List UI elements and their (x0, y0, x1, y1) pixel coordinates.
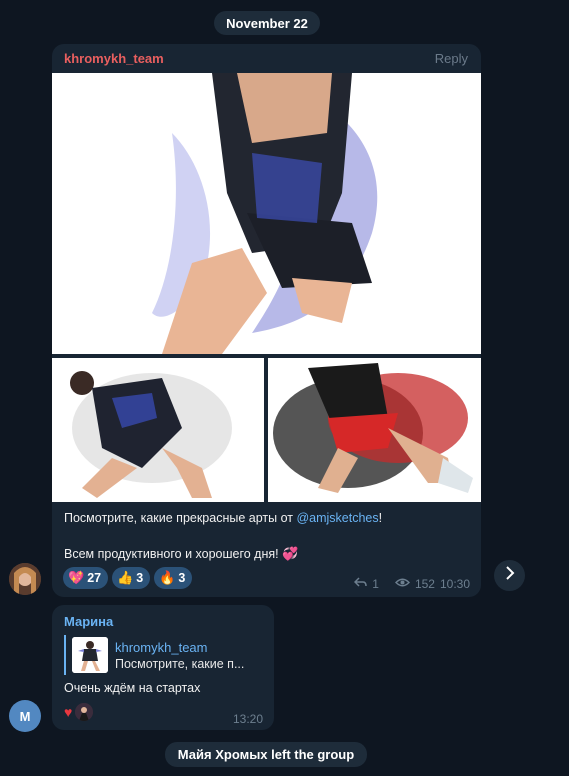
avatar[interactable]: M (9, 700, 41, 732)
reactor-avatar (75, 703, 94, 721)
replies-count[interactable]: 1 (372, 577, 379, 591)
channel-post-bubble[interactable]: khromykh_team Reply Посмотрите, какие пр… (52, 44, 481, 597)
post-header: khromykh_team Reply (52, 44, 481, 73)
reaction-count: 3 (178, 571, 186, 585)
service-message: Майя Хромых left the group (165, 742, 367, 767)
reactions-bar: 💖 27 👍 3 🔥 3 (63, 567, 193, 589)
reaction-count: 27 (87, 571, 102, 585)
post-time: 10:30 (439, 577, 470, 591)
caption-line-1: Посмотрите, какие прекрасные арты от @am… (64, 509, 469, 527)
message-author[interactable]: Марина (64, 614, 113, 629)
caption-text-2: Всем продуктивного и хорошего дня! (64, 547, 283, 561)
quoted-snippet: Посмотрите, какие п... (115, 656, 245, 671)
mention-link[interactable]: @amjsketches (296, 511, 378, 525)
reaction-heart[interactable]: 💖 27 (63, 567, 109, 589)
chevron-right-icon (505, 566, 515, 585)
reaction-count: 3 (136, 571, 144, 585)
fire-icon: 🔥 (159, 570, 176, 585)
post-author[interactable]: khromykh_team (64, 51, 164, 66)
thumbs-up-icon: 👍 (117, 570, 134, 585)
message-text: Очень ждём на стартах (64, 681, 201, 695)
quoted-thumbnail (72, 637, 108, 673)
eye-icon (394, 577, 410, 591)
caption-exclamation: ! (378, 511, 383, 525)
heart-emoji-icon: 💖 (68, 570, 85, 585)
reaction-fire[interactable]: 🔥 3 (154, 567, 193, 589)
message-time: 13:20 (232, 712, 263, 726)
post-photo-right[interactable] (268, 358, 481, 502)
avatar[interactable] (9, 563, 41, 595)
forward-button[interactable] (494, 560, 525, 591)
heart-icon: ♥ (64, 704, 73, 720)
post-photo-left[interactable] (52, 358, 264, 502)
message-reaction[interactable]: ♥ (64, 703, 94, 721)
quoted-message[interactable]: khromykh_team Посмотрите, какие п... (64, 635, 262, 675)
reply-arrow-icon[interactable] (354, 577, 367, 591)
post-caption: Посмотрите, какие прекрасные арты от @am… (64, 509, 469, 563)
views-count: 152 (414, 577, 435, 591)
reply-message-bubble[interactable]: Марина khromykh_team Посмотрите, какие п… (52, 605, 274, 730)
caption-line-2: Всем продуктивного и хорошего дня! 💞 (64, 545, 469, 563)
quoted-author: khromykh_team (115, 639, 208, 655)
post-meta: 1 152 10:30 (354, 577, 470, 591)
date-separator: November 22 (214, 11, 320, 35)
reaction-thumbs-up[interactable]: 👍 3 (112, 567, 151, 589)
caption-text-1: Посмотрите, какие прекрасные арты от (64, 511, 297, 525)
post-photo-main[interactable] (52, 73, 481, 354)
sparkling-heart-emoji: 💞 (282, 546, 299, 561)
reply-button[interactable]: Reply (435, 51, 468, 66)
